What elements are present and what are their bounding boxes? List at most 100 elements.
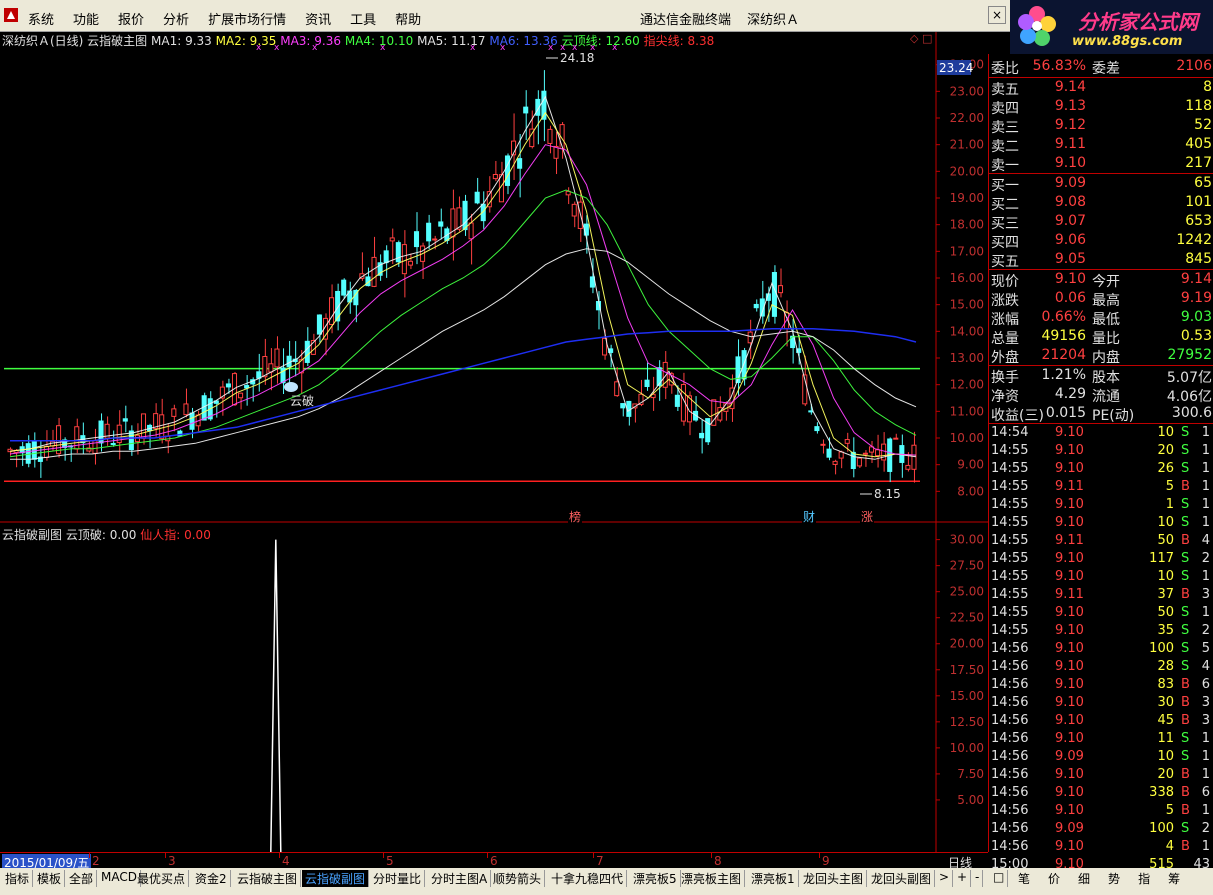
tick-row[interactable]: 14:55 9.10 35 S 2 (989, 622, 1213, 640)
tab-12[interactable]: 漂亮板5 (630, 870, 681, 887)
tick-row[interactable]: 14:56 9.10 5 B 1 (989, 802, 1213, 820)
tab-14[interactable]: 漂亮板1 (748, 870, 799, 887)
close-button[interactable]: × (988, 6, 1006, 24)
tab-11[interactable]: 十拿九稳四代 (548, 870, 628, 887)
sub-y-tick-label: 10.00 (950, 741, 984, 755)
quote-row: 涨幅 0.66% 最低 9.03 (989, 308, 1213, 328)
menu-ext-market[interactable]: 扩展市场行情 (208, 9, 286, 28)
tick-row[interactable]: 14:55 9.10 20 S 1 (989, 442, 1213, 460)
tick-price: 9.10 (1055, 443, 1084, 458)
tab-9[interactable]: 分时主图A (428, 870, 492, 887)
date-tick (487, 853, 488, 858)
date-tick (279, 853, 280, 858)
tick-time: 14:55 (991, 533, 1029, 548)
tick-time: 14:56 (991, 677, 1029, 692)
tick-side: S (1181, 515, 1190, 530)
ask-row: 卖二 9.11 405 (989, 135, 1213, 155)
tab-2[interactable]: 全部 (66, 870, 98, 887)
tick-row[interactable]: 14:56 9.09 10 S 1 (989, 748, 1213, 766)
tab-8[interactable]: 分时量比 (370, 870, 426, 887)
tick-row[interactable]: 14:56 9.10 11 S 1 (989, 730, 1213, 748)
tick-row[interactable]: 14:56 9.10 100 S 5 (989, 640, 1213, 658)
tick-row[interactable]: 14:56 9.10 338 B 6 (989, 784, 1213, 802)
menu-tools[interactable]: 工具 (350, 9, 376, 28)
tab-13[interactable]: 漂亮板主图 (678, 870, 746, 887)
chart-canvas[interactable]: 24.0023.0022.0021.0020.0019.0018.0017.00… (0, 32, 988, 852)
menu-function[interactable]: 功能 (73, 9, 99, 28)
right-tab-0[interactable]: 笔 (1018, 872, 1030, 886)
date-tick (819, 853, 820, 858)
tab-17[interactable]: > (936, 870, 954, 887)
tick-price: 9.10 (1055, 731, 1084, 746)
tick-row[interactable]: 14:56 9.10 28 S 4 (989, 658, 1213, 676)
tick-time: 14:56 (991, 695, 1029, 710)
right-tab-2[interactable]: 细 (1078, 872, 1090, 886)
tick-count: 1 (1201, 767, 1210, 782)
tab-7[interactable]: 云指破副图 (302, 870, 370, 887)
sub-y-tick-label: 15.00 (950, 689, 984, 703)
tick-volume: 1 (1165, 497, 1174, 512)
ask-row: 卖五 9.14 8 (989, 78, 1213, 98)
candle-body (844, 439, 850, 444)
right-tab-1[interactable]: 价 (1048, 872, 1060, 886)
tick-volume: 5 (1165, 479, 1174, 494)
tick-row[interactable]: 14:55 9.10 26 S 1 (989, 460, 1213, 478)
tick-volume: 45 (1157, 713, 1174, 728)
ask-label: 卖三 (991, 120, 1019, 136)
candle-body (389, 237, 395, 242)
tick-row[interactable]: 14:55 9.11 50 B 4 (989, 532, 1213, 550)
ask-price: 9.10 (1054, 155, 1086, 171)
tick-count: 3 (1201, 587, 1210, 602)
tick-row[interactable]: 14:56 9.10 45 B 3 (989, 712, 1213, 730)
menu-quote[interactable]: 报价 (118, 9, 144, 28)
right-tab-3[interactable]: 势 (1108, 872, 1120, 886)
menu-analysis[interactable]: 分析 (163, 9, 189, 28)
signal-mark: x (500, 43, 506, 53)
app-logo-icon[interactable] (4, 8, 18, 22)
signal-mark: x (312, 43, 318, 53)
tab-19[interactable]: - (972, 870, 984, 887)
tab-20[interactable]: □ (990, 870, 1009, 887)
menu-system[interactable]: 系统 (28, 9, 54, 28)
tick-row[interactable]: 14:55 9.11 5 B 1 (989, 478, 1213, 496)
right-tab-4[interactable]: 指 (1138, 872, 1150, 886)
menu-news[interactable]: 资讯 (305, 9, 331, 28)
tab-4[interactable]: 最优买点 (134, 870, 190, 887)
tick-time: 14:56 (991, 749, 1029, 764)
tick-row[interactable]: 14:56 9.10 30 B 3 (989, 694, 1213, 712)
tab-16[interactable]: 龙回头副图 (868, 870, 936, 887)
candle-body (225, 383, 231, 388)
tick-row[interactable]: 14:56 9.10 4 B 1 (989, 838, 1213, 856)
tab-15[interactable]: 龙回头主图 (800, 870, 868, 887)
tick-row[interactable]: 14:54 9.10 10 S 1 (989, 424, 1213, 442)
finance-label-2: PE(动) (1092, 408, 1135, 424)
candle-body (371, 256, 377, 287)
tick-time: 14:55 (991, 461, 1029, 476)
tab-18[interactable]: + (954, 870, 972, 887)
tick-row[interactable]: 14:55 9.11 37 B 3 (989, 586, 1213, 604)
tab-5[interactable]: 资金2 (192, 870, 231, 887)
right-tab-5[interactable]: 筹 (1168, 872, 1180, 886)
tick-row[interactable]: 14:56 9.10 83 B 6 (989, 676, 1213, 694)
tab-6[interactable]: 云指破主图 (234, 870, 302, 887)
tick-row[interactable]: 14:55 9.10 117 S 2 (989, 550, 1213, 568)
candle-body (777, 285, 784, 294)
candle-body (159, 414, 165, 440)
candle-body (517, 158, 523, 169)
tick-row[interactable]: 14:56 9.10 20 B 1 (989, 766, 1213, 784)
candle-body (905, 464, 911, 470)
tick-row[interactable]: 14:56 9.09 100 S 2 (989, 820, 1213, 838)
tick-price: 9.10 (1055, 425, 1084, 440)
tick-row[interactable]: 14:55 9.10 50 S 1 (989, 604, 1213, 622)
chart-area[interactable]: 深纺织Ａ(日线) 云指破主图 MA1: 9.33 MA2: 9.35 MA3: … (0, 32, 988, 852)
tab-0[interactable]: 指标 (2, 870, 34, 887)
tick-time: 14:56 (991, 659, 1029, 674)
candle-body (407, 260, 413, 266)
tick-row[interactable]: 14:55 9.10 1 S 1 (989, 496, 1213, 514)
tab-1[interactable]: 模板 (34, 870, 66, 887)
menu-help[interactable]: 帮助 (395, 9, 421, 28)
tab-10[interactable]: 顺势箭头 (490, 870, 546, 887)
tick-row[interactable]: 14:55 9.10 10 S 1 (989, 568, 1213, 586)
date-axis-bar[interactable]: 2015/01/09/五 日线 23456789 (0, 852, 988, 871)
tick-row[interactable]: 14:55 9.10 10 S 1 (989, 514, 1213, 532)
